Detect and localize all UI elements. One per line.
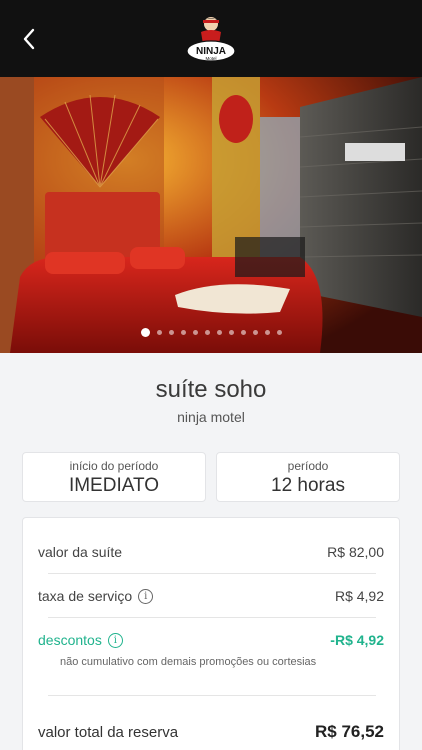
divider — [48, 617, 376, 618]
discount-row: descontos i -R$ 4,92 — [38, 632, 384, 648]
gallery-dot[interactable] — [240, 330, 246, 335]
gallery-dot[interactable] — [140, 328, 150, 337]
gallery-dot[interactable] — [156, 330, 162, 335]
back-button[interactable] — [17, 26, 41, 52]
suite-photo-gallery[interactable] — [0, 77, 422, 353]
service-fee-row: taxa de serviço i R$ 4,92 — [38, 588, 384, 604]
svg-text:Motel: Motel — [205, 56, 216, 61]
gallery-dot[interactable] — [204, 330, 210, 335]
divider — [48, 573, 376, 574]
discount-label: descontos — [38, 632, 102, 648]
suite-price-label: valor da suíte — [38, 544, 123, 560]
gallery-dot[interactable] — [252, 330, 258, 335]
suite-price-row: valor da suíte R$ 82,00 — [38, 544, 384, 560]
service-fee-label: taxa de serviço — [38, 588, 133, 604]
service-fee-value: R$ 4,92 — [334, 588, 384, 604]
gallery-dot[interactable] — [264, 330, 270, 335]
period-length-label: período — [287, 459, 329, 473]
total-value: R$ 76,52 — [315, 722, 384, 741]
top-bar: NINJA Motel — [0, 0, 422, 77]
motel-name: ninja motel — [177, 409, 245, 425]
gallery-dot[interactable] — [276, 330, 282, 335]
gallery-dot[interactable] — [228, 330, 234, 335]
period-start-card[interactable]: início do período IMEDIATO — [22, 452, 206, 502]
suite-price-value: R$ 82,00 — [327, 544, 384, 560]
period-length-value: 12 horas — [271, 475, 345, 496]
total-label: valor total da reserva — [38, 723, 179, 741]
period-start-value: IMEDIATO — [68, 475, 160, 496]
info-icon[interactable]: i — [138, 588, 154, 604]
ninja-motel-logo: NINJA Motel — [186, 17, 236, 62]
discount-value: -R$ 4,92 — [330, 632, 384, 648]
period-start-label: início do período — [69, 459, 159, 473]
gallery-pagination[interactable] — [0, 328, 422, 337]
info-icon[interactable]: i — [107, 632, 123, 648]
divider — [48, 695, 376, 696]
gallery-dot[interactable] — [192, 330, 198, 335]
gallery-dot[interactable] — [168, 330, 174, 335]
chevron-left-icon — [23, 28, 35, 50]
suite-name: suíte soho — [155, 376, 267, 403]
suite-photo — [0, 77, 422, 353]
discount-note: não cumulativo com demais promoções ou c… — [60, 656, 317, 668]
total-row: valor total da reserva R$ 76,52 — [38, 722, 384, 742]
gallery-dot[interactable] — [180, 330, 186, 335]
gallery-dot[interactable] — [216, 330, 222, 335]
period-length-card[interactable]: período 12 horas — [216, 452, 400, 502]
